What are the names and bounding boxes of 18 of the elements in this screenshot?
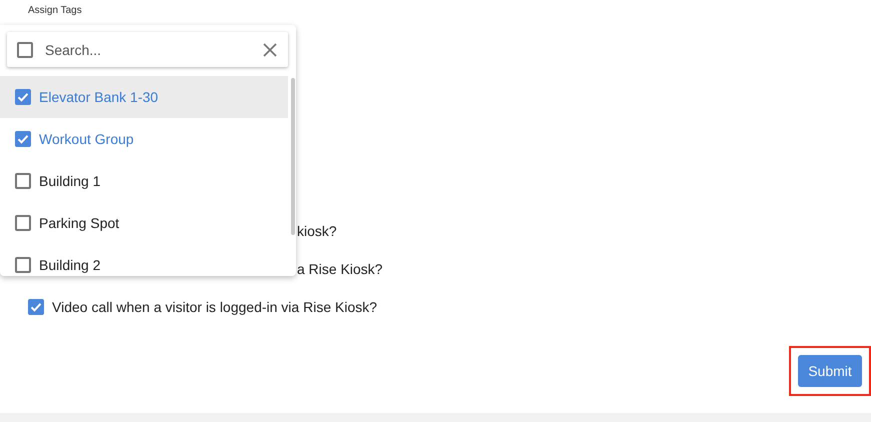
- checkbox[interactable]: [15, 131, 31, 147]
- option-label: Video call when a visitor is logged-in via Rise Kiosk?: [52, 299, 378, 315]
- checkbox[interactable]: [28, 299, 44, 315]
- checkbox[interactable]: [15, 257, 31, 273]
- dropdown-item[interactable]: Parking Spot: [0, 202, 288, 244]
- dropdown-item[interactable]: Building 2: [0, 244, 288, 276]
- dropdown-item[interactable]: Elevator Bank 1-30: [0, 76, 288, 118]
- submit-button[interactable]: Submit: [798, 355, 862, 387]
- checkbox[interactable]: [17, 42, 33, 58]
- checkbox[interactable]: [15, 173, 31, 189]
- option-label: kiosk?: [297, 223, 337, 239]
- dropdown-item[interactable]: Building 1: [0, 160, 288, 202]
- option-label: a Rise Kiosk?: [297, 261, 383, 277]
- field-label: Assign Tags: [28, 5, 83, 16]
- checkbox[interactable]: [15, 89, 31, 105]
- dropdown-item[interactable]: Workout Group: [0, 118, 288, 160]
- checkbox[interactable]: [15, 215, 31, 231]
- close-icon[interactable]: [262, 42, 278, 58]
